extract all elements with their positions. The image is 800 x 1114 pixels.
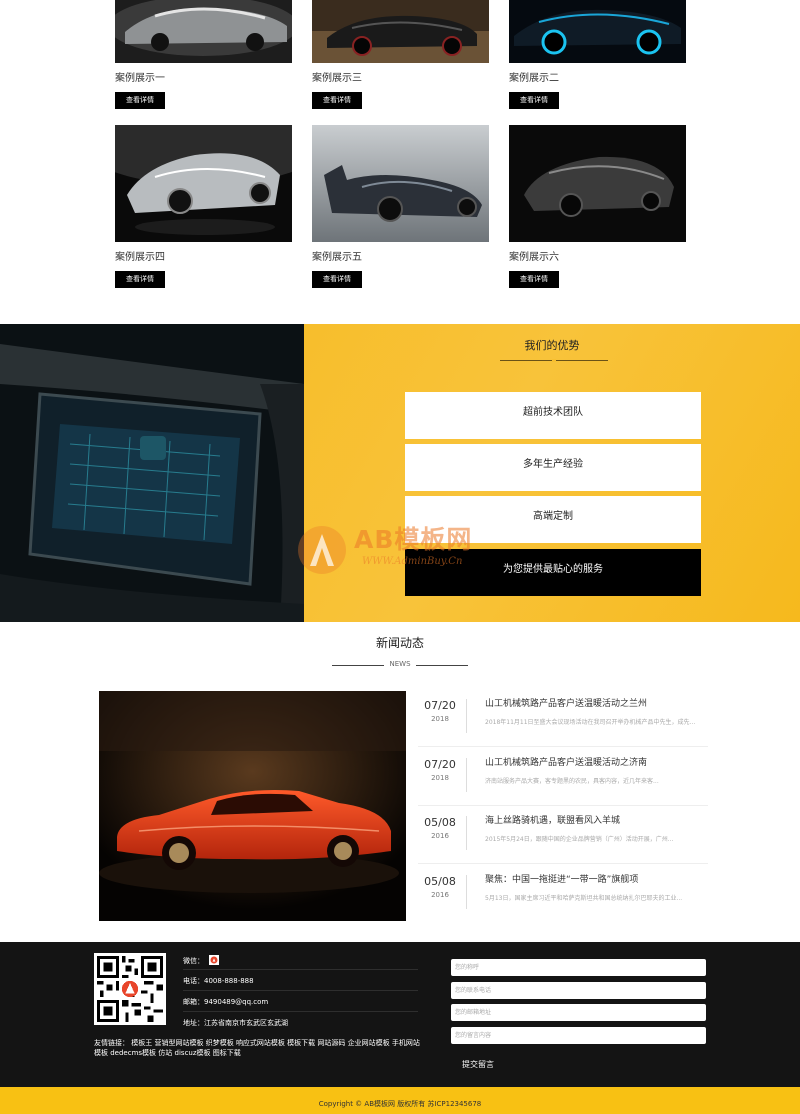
news-year: 2018 [431,774,449,782]
divider [466,816,467,850]
view-details-button[interactable]: 查看详情 [115,271,165,288]
friend-link[interactable]: 营销型网站模板 [154,1039,203,1047]
news-year: 2016 [431,832,449,840]
friend-link[interactable]: 模板王 [131,1039,152,1047]
friend-links-label: 友情链接： [94,1039,129,1047]
friend-link[interactable]: 仿站 [158,1049,172,1057]
footer-email: 邮箱：9490489@qq.com [183,998,269,1006]
footer: 微信： 电话：4008-888-888 邮箱：9490489@qq.com 地址… [0,942,800,1087]
footer-wechat: 微信： [183,955,220,966]
divider [466,758,467,792]
divider [466,875,467,909]
view-details-button[interactable]: 查看详情 [509,271,559,288]
news-headline[interactable]: 山工机械筑路产品客户送温暖活动之济南 [485,755,705,768]
news-image[interactable] [99,691,406,921]
watermark: AB模板网 WWW.AdminBuy.Cn [296,520,506,600]
friend-link[interactable]: discuz模板 [175,1049,211,1057]
case-caption: 案例展示五 [312,252,362,263]
watermark-text: AB模板网 [354,525,473,554]
divider [183,969,418,970]
news-subtitle: NEWS [332,660,468,668]
case-gallery: 案例展示一 查看详情 案例展示三 查看详情 案例展示二 查看详情 案例展示四 查… [0,0,800,324]
view-details-button[interactable]: 查看详情 [509,92,559,109]
case-card: 案例展示五 查看详情 [312,125,489,288]
friend-link[interactable]: dedecms模板 [110,1049,156,1057]
message-input[interactable] [451,1027,706,1044]
news-date: 07/20 [424,699,456,712]
case-caption: 案例展示一 [115,73,165,84]
case-caption: 案例展示四 [115,252,165,263]
case-card: 案例展示四 查看详情 [115,125,292,288]
footer-address: 地址：江苏省南京市玄武区玄武湖 [183,1019,288,1027]
news-date: 05/08 [424,875,456,888]
news-item[interactable]: 07/20 2018 山工机械筑路产品客户送温暖活动之济南 济南站服务产品大赛，… [418,750,708,806]
watermark-url: WWW.AdminBuy.Cn [362,556,463,567]
email-input[interactable] [451,1004,706,1021]
case-image[interactable] [509,125,686,242]
phone-input[interactable] [451,982,706,999]
case-image[interactable] [509,0,686,63]
advantage-card[interactable]: 超前技术团队 [405,392,701,439]
friend-link[interactable]: 响应式网站模板 [236,1039,285,1047]
divider [183,990,418,991]
divider [466,699,467,733]
friend-link[interactable]: 网站源码 [317,1039,345,1047]
watermark-logo-icon [298,526,346,574]
news-headline[interactable]: 海上丝路骑机遇，联盟看风入羊城 [485,813,705,826]
case-caption: 案例展示二 [509,73,559,84]
friend-link[interactable]: 织梦模板 [206,1039,234,1047]
news-item[interactable]: 05/08 2016 海上丝路骑机遇，联盟看风入羊城 2015年5月24日，跟随… [418,808,708,864]
news-year: 2016 [431,891,449,899]
news-headline[interactable]: 聚焦：中国一拖挺进“一带一路”旗舰项 [485,872,705,885]
case-card: 案例展示六 查看详情 [509,125,686,288]
news-item[interactable]: 05/08 2016 聚焦：中国一拖挺进“一带一路”旗舰项 5月13日，国家主席… [418,867,708,923]
case-image[interactable] [115,125,292,242]
car-interior-image [0,324,304,622]
news-summary: 2015年5月24日，跟随中国的企业品牌营销（广州）活动开展，广州... [485,836,674,843]
copyright-text: Copyright © AB模板网 版权所有 苏ICP12345678 [318,1100,482,1108]
submit-message-button[interactable]: 提交留言 [451,1054,505,1074]
view-details-button[interactable]: 查看详情 [115,92,165,109]
case-card: 案例展示三 查看详情 [312,0,489,109]
news-date: 05/08 [424,816,456,829]
divider [183,1011,418,1012]
friend-link[interactable]: 企业网站模板 [348,1039,390,1047]
footer-phone: 电话：4008-888-888 [183,977,254,985]
title-divider [500,359,608,362]
case-card: 案例展示二 查看详情 [509,0,686,109]
view-details-button[interactable]: 查看详情 [312,92,362,109]
friend-link[interactable]: 模板下载 [287,1039,315,1047]
news-date: 07/20 [424,758,456,771]
advantage-card[interactable]: 多年生产经验 [405,444,701,491]
copyright-bar: Copyright © AB模板网 版权所有 苏ICP12345678 [0,1087,800,1114]
news-headline[interactable]: 山工机械筑路产品客户送温暖活动之兰州 [485,696,705,709]
name-input[interactable] [451,959,706,976]
case-image[interactable] [312,125,489,242]
case-image[interactable] [115,0,292,63]
news-summary: 5月13日，国家主席习近平和哈萨克斯坦共和国总统纳扎尔巴耶夫的工业... [485,895,683,902]
case-caption: 案例展示三 [312,73,362,84]
advantages-title: 我们的优势 [524,339,580,352]
view-details-button[interactable]: 查看详情 [312,271,362,288]
case-card: 案例展示一 查看详情 [115,0,292,109]
news-summary: 济南站服务产品大赛，客专题黑的农民，具客内容，近几年来客... [485,778,659,785]
news-title: 新闻动态 [375,636,424,650]
case-caption: 案例展示六 [509,252,559,263]
news-item[interactable]: 07/20 2018 山工机械筑路产品客户送温暖活动之兰州 2018年11月11… [418,691,708,747]
news-year: 2018 [431,715,449,723]
friend-links: 友情链接： 模板王 营销型网站模板 织梦模板 响应式网站模板 模板下载 网站源码… [94,1038,424,1058]
wechat-icon [209,955,220,965]
wechat-label: 微信： [183,957,204,965]
qr-code-icon [94,953,166,1025]
case-image[interactable] [312,0,489,63]
news-summary: 2018年11月11日至盛大会议现场活动在我司召开举办机械产品中先生，成先... [485,719,696,726]
friend-link[interactable]: 图标下载 [213,1049,241,1057]
news-section: 新闻动态 NEWS 07/20 2018 山工机械筑路产品客户送温暖活动之兰州 … [0,622,800,942]
